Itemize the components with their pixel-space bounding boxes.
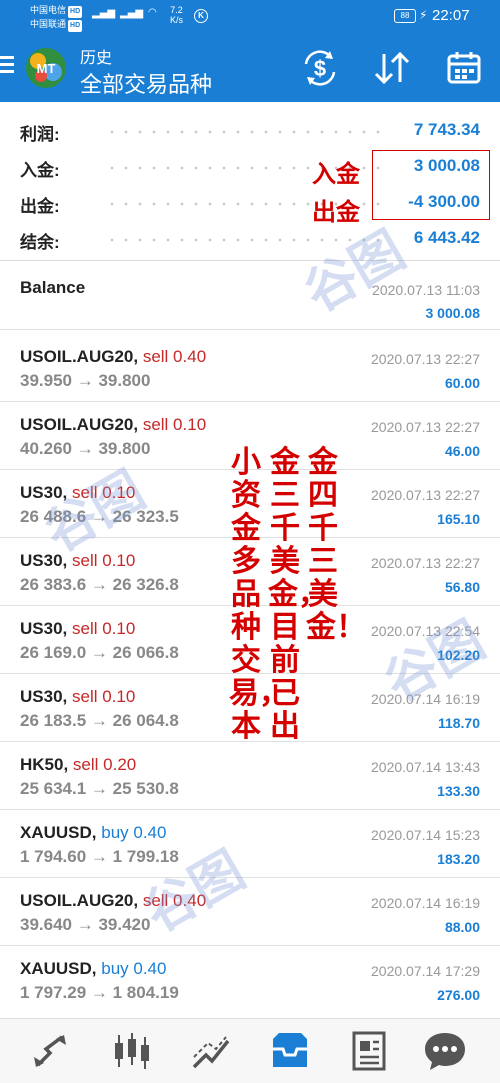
mt-logo-icon: MT (26, 48, 66, 88)
summary-row-balance: 结余: 6 443.42 (20, 228, 480, 252)
hd-badge: HD (68, 20, 83, 32)
messages-icon[interactable] (420, 1029, 470, 1073)
page-title: 历史 (80, 50, 113, 67)
annotation-deposit: 入金 (312, 161, 360, 188)
app-bar: MT 历史 全部交易品种 $ (0, 34, 500, 102)
bottom-nav (0, 1018, 500, 1083)
balance-amount: 3 000.08 (425, 305, 481, 321)
trade-icon[interactable] (186, 1029, 236, 1073)
balance-row[interactable]: Balance 2020.07.13 11:03 3 000.08 (0, 262, 500, 330)
table-row[interactable]: USOIL.AUG20, sell 0.40 39.640 → 39.420 2… (0, 878, 500, 946)
calendar-icon[interactable] (444, 48, 484, 88)
charging-icon: ⚡ (419, 8, 428, 22)
status-bar: 中国电信 HD 中国联通 HD ▂▄▆ ▂▄▆ ◠ 7.2 K/s K 88 ⚡ 2… (0, 0, 500, 34)
k-app-icon: K (194, 9, 208, 23)
divider (0, 260, 500, 261)
balance-label: Balance (20, 278, 86, 297)
history-icon[interactable] (265, 1029, 315, 1073)
page-subtitle[interactable]: 全部交易品种 (80, 67, 212, 99)
svg-text:$: $ (314, 56, 326, 81)
annotation-box (372, 150, 490, 220)
summary-row-profit: 利润: 7 743.34 (20, 120, 480, 144)
table-row[interactable]: XAUUSD, buy 0.40 1 794.60 → 1 799.18 202… (0, 810, 500, 878)
annotation-col-left: 小资金多品种交易，本 (229, 446, 289, 743)
annotation-col-right: 金四千三美金！ (306, 446, 366, 644)
quotes-icon[interactable] (28, 1029, 78, 1073)
battery-icon: 88 (394, 9, 416, 23)
clock: 22:07 (432, 7, 470, 24)
balance-time: 2020.07.13 11:03 (372, 282, 480, 298)
annotation-withdrawal: 出金 (312, 199, 360, 226)
signal-icon: ▂▄▆ (92, 8, 116, 19)
network-speed: 7.2 K/s (170, 5, 184, 25)
carrier-info: 中国电信 HD 中国联通 HD (30, 4, 83, 32)
sort-icon[interactable] (372, 48, 412, 88)
wifi-icon: ◠ (148, 7, 157, 18)
news-icon[interactable] (344, 1029, 394, 1073)
carrier-1: 中国电信 (30, 5, 67, 15)
table-row[interactable]: USOIL.AUG20, sell 0.40 39.950 → 39.800 2… (0, 334, 500, 402)
currency-exchange-icon[interactable]: $ (300, 48, 340, 88)
carrier-2: 中国联通 (30, 19, 67, 29)
table-row[interactable]: XAUUSD, buy 0.40 1 797.29 → 1 804.19 202… (0, 946, 500, 1014)
hd-badge: HD (68, 6, 83, 18)
table-row[interactable]: HK50, sell 0.20 25 634.1 → 25 530.8 2020… (0, 742, 500, 810)
chart-icon[interactable] (107, 1029, 157, 1073)
svg-text:MT: MT (37, 61, 56, 76)
menu-icon[interactable] (0, 56, 16, 76)
signal-icon: ▂▄▆ (120, 8, 144, 19)
